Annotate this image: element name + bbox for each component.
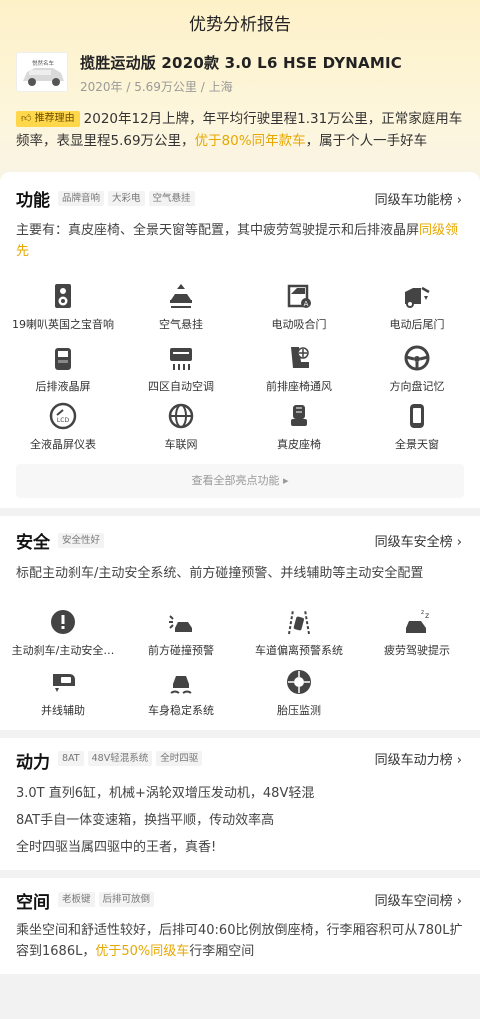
power-line: 8AT手自一体变速箱，换挡平顺，传动效率高: [16, 813, 275, 828]
reason-tag: 👍︎ 推荐理由: [16, 111, 80, 127]
feature-item[interactable]: 后排液晶屏: [8, 344, 118, 394]
car-meta: 2020年 / 5.69万公里 / 上海: [80, 80, 233, 94]
feature-item[interactable]: 前排座椅通风: [244, 344, 354, 394]
collision-warning-icon: [169, 615, 192, 632]
feature-item[interactable]: 真皮座椅: [244, 402, 354, 452]
feature-item[interactable]: A 电动吸合门: [244, 282, 354, 332]
function-tags: 品牌音响 大彩电 空气悬挂: [58, 191, 195, 206]
climate-control-icon: [170, 348, 192, 370]
car-thumbnail: 悦然名车: [16, 52, 68, 92]
caret-right-icon: ▸: [282, 474, 289, 487]
feature-item[interactable]: 车联网: [126, 402, 236, 452]
power-tag: 全时四驱: [156, 751, 203, 766]
feature-item[interactable]: 电动后尾门: [362, 282, 472, 332]
thumb-up-icon: 👍︎: [21, 113, 32, 124]
feature-item[interactable]: 四区自动空调: [126, 344, 236, 394]
feature-item[interactable]: 胎压监测: [244, 668, 354, 718]
lane-departure-icon: [288, 609, 310, 635]
safety-desc: 标配主动刹车/主动安全系统、前方碰撞预警、并线辅助等主动安全配置: [16, 566, 424, 581]
function-rank-link[interactable]: 同级车功能榜 ›: [375, 189, 462, 208]
steering-memory-icon: [404, 345, 430, 371]
power-tag: 48V轻混系统: [87, 751, 153, 766]
function-card: 功能 品牌音响 大彩电 空气悬挂 同级车功能榜 › 主要有：真皮座椅、全景天窗等…: [0, 172, 480, 508]
svg-text:z: z: [421, 609, 424, 616]
power-card: 动力 8AT 48V轻混系统 全时四驱 同级车动力榜 › 3.0T 直列6缸，机…: [0, 738, 480, 870]
function-title: 功能: [16, 191, 50, 211]
feature-item[interactable]: 19喇叭英国之宝音响: [8, 282, 118, 332]
view-all-features-button[interactable]: 查看全部亮点功能 ▸: [16, 464, 464, 498]
space-desc: 乘坐空间和舒适性较好，后排可40:60比例放倒座椅，行李厢容积可从780L扩容到…: [16, 923, 463, 959]
tire-pressure-icon: [287, 670, 311, 694]
svg-text:A: A: [304, 300, 309, 308]
safety-tags: 安全性好: [58, 533, 105, 548]
function-desc: 主要有：真皮座椅、全景天窗等配置，其中疲劳驾驶提示和后排液晶屏同级领先: [16, 223, 459, 259]
speaker-icon: [55, 284, 71, 308]
leather-seat-icon: [291, 405, 307, 426]
recommend-reason: 👍︎ 推荐理由 2020年12月上牌，年平均行驶里程1.31万公里，正常家庭用车…: [16, 108, 464, 160]
power-title: 动力: [16, 753, 50, 773]
seat-ventilation-icon: [291, 347, 309, 368]
safety-rank-link[interactable]: 同级车安全榜 ›: [375, 531, 462, 550]
power-tags: 8AT 48V轻混系统 全时四驱: [58, 751, 203, 766]
feature-item[interactable]: 空气悬挂: [126, 282, 236, 332]
safety-title: 安全: [16, 533, 50, 553]
power-line: 3.0T 直列6缸，机械+涡轮双增压发动机，48V轻混: [16, 786, 315, 801]
power-tailgate-icon: [405, 286, 430, 308]
space-tag: 后排可放倒: [98, 892, 155, 907]
function-tag: 品牌音响: [58, 191, 105, 206]
fatigue-alert-icon: zz: [406, 609, 429, 633]
svg-text:LCD: LCD: [57, 417, 70, 424]
feature-item[interactable]: zz 疲劳驾驶提示: [362, 608, 472, 658]
space-tag: 老板键: [58, 892, 95, 907]
feature-item[interactable]: 全景天窗: [362, 402, 472, 452]
feature-item[interactable]: 车道偏离预警系统: [244, 608, 354, 658]
rear-screen-icon: [55, 348, 71, 370]
space-rank-link[interactable]: 同级车空间榜 ›: [375, 890, 462, 909]
lcd-dashboard-icon: LCD: [49, 402, 77, 430]
connected-car-icon: [168, 403, 194, 429]
feature-item[interactable]: 方向盘记忆: [362, 344, 472, 394]
feature-item[interactable]: 并线辅助: [8, 668, 118, 718]
soft-close-door-icon: A: [287, 284, 311, 308]
svg-text:z: z: [425, 611, 429, 620]
reason-highlight: 优于80%同年款车: [194, 133, 306, 149]
power-line: 全时四驱当属四驱中的王者，真香!: [16, 840, 217, 855]
panoramic-sunroof-icon: [410, 404, 424, 428]
power-tag: 8AT: [58, 751, 84, 766]
feature-item[interactable]: 车身稳定系统: [126, 668, 236, 718]
safety-tag: 安全性好: [58, 533, 105, 548]
air-suspension-icon: [170, 284, 192, 308]
thumb-logo-text: 悦然名车: [32, 59, 55, 67]
blind-spot-icon: [53, 674, 75, 692]
chevron-right-icon: ›: [456, 193, 462, 208]
chevron-right-icon: ›: [456, 894, 462, 909]
power-rank-link[interactable]: 同级车动力榜 ›: [375, 749, 462, 768]
chevron-right-icon: ›: [456, 535, 462, 550]
stability-control-icon: [170, 676, 192, 694]
safety-card: 安全 安全性好 同级车安全榜 › 标配主动刹车/主动安全系统、前方碰撞预警、并线…: [0, 516, 480, 730]
function-tag: 大彩电: [108, 191, 145, 206]
feature-item[interactable]: 主动刹车/主动安全…: [8, 608, 118, 658]
feature-item[interactable]: LCD 全液晶屏仪表: [8, 402, 118, 452]
space-desc-highlight: 优于50%同级车: [95, 944, 190, 959]
car-name: 揽胜运动版 2020款 3.0 L6 HSE DYNAMIC: [80, 54, 402, 72]
space-card: 空间 老板键 后排可放倒 同级车空间榜 › 乘坐空间和舒适性较好，后排可40:6…: [0, 878, 480, 974]
function-tag: 空气悬挂: [148, 191, 195, 206]
chevron-right-icon: ›: [456, 753, 462, 768]
space-tags: 老板键 后排可放倒: [58, 892, 155, 907]
reason-text-after: ，属于个人一手好车: [305, 133, 428, 149]
space-title: 空间: [16, 893, 50, 913]
page-title: 优势分析报告: [189, 15, 291, 35]
active-brake-icon: [51, 610, 75, 634]
feature-item[interactable]: 前方碰撞预警: [126, 608, 236, 658]
